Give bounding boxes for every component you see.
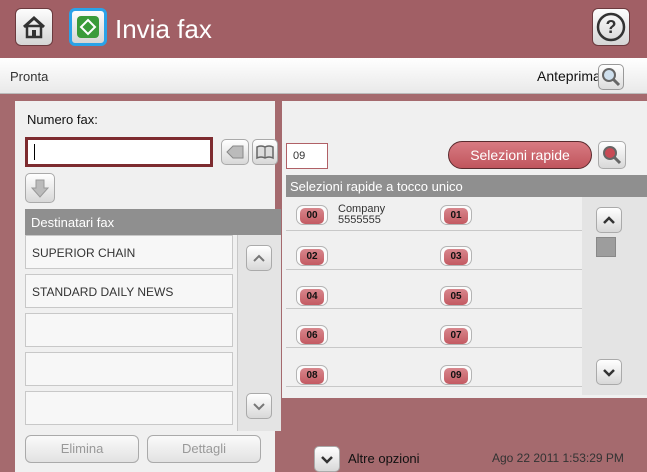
recipients-header: Destinatari fax bbox=[25, 209, 281, 235]
address-book-button[interactable] bbox=[252, 139, 278, 165]
arrow-down-icon bbox=[30, 179, 50, 198]
start-button[interactable] bbox=[69, 8, 107, 46]
speed-dial-05-button[interactable]: 05 bbox=[440, 286, 472, 306]
status-bar: Pronta Anteprima bbox=[0, 58, 647, 94]
datetime-display: Ago 22 2011 1:53:29 PM bbox=[492, 451, 624, 465]
speed-dial-code: 04 bbox=[300, 289, 324, 305]
help-icon: ? bbox=[596, 12, 626, 42]
recipient-item[interactable]: SUPERIOR CHAIN bbox=[25, 235, 233, 269]
text-cursor bbox=[34, 144, 35, 161]
speed-dial-04-button[interactable]: 04 bbox=[296, 286, 328, 306]
speed-dial-panel: 09 Selezioni rapide Selezioni rapide a t… bbox=[282, 101, 647, 398]
speed-dial-code: 06 bbox=[300, 328, 324, 344]
backspace-button[interactable] bbox=[221, 139, 249, 165]
recipients-scroll-up-button[interactable] bbox=[246, 245, 272, 271]
speed-dial-scroll-down-button[interactable] bbox=[596, 359, 622, 385]
preview-label: Anteprima bbox=[537, 68, 601, 84]
speed-dial-row bbox=[286, 314, 582, 348]
speed-dial-code: 05 bbox=[444, 289, 468, 305]
recipient-item[interactable] bbox=[25, 391, 233, 425]
speed-dial-00-button[interactable]: 00 bbox=[296, 205, 328, 225]
speed-dial-09-button[interactable]: 09 bbox=[440, 365, 472, 385]
more-options-button[interactable] bbox=[314, 446, 340, 472]
speed-dial-code: 07 bbox=[444, 328, 468, 344]
preview-button[interactable] bbox=[598, 64, 624, 90]
svg-text:?: ? bbox=[606, 17, 617, 37]
speed-dial-code: 08 bbox=[300, 368, 324, 384]
title-bar: Invia fax ? bbox=[0, 0, 647, 58]
speed-dial-02-button[interactable]: 02 bbox=[296, 246, 328, 266]
speed-dial-row bbox=[286, 275, 582, 309]
magnifier-icon bbox=[603, 146, 622, 165]
speed-dial-row bbox=[286, 353, 582, 387]
chevron-up-icon bbox=[253, 254, 265, 262]
speed-dial-code: 02 bbox=[300, 249, 324, 265]
help-button[interactable]: ? bbox=[592, 8, 630, 46]
speed-dial-scrollbar[interactable] bbox=[582, 197, 647, 395]
speed-dial-06-button[interactable]: 06 bbox=[296, 325, 328, 345]
delete-button[interactable]: Elimina bbox=[25, 435, 139, 463]
start-icon bbox=[77, 16, 99, 38]
address-book-icon bbox=[256, 145, 274, 160]
speed-dial-08-button[interactable]: 08 bbox=[296, 365, 328, 385]
backspace-icon bbox=[226, 145, 244, 159]
status-text: Pronta bbox=[10, 69, 49, 84]
speed-dial-code: 01 bbox=[444, 208, 468, 224]
speed-dial-scroll-up-button[interactable] bbox=[596, 207, 622, 233]
page-title: Invia fax bbox=[115, 14, 212, 44]
speed-dial-row bbox=[286, 236, 582, 270]
recipients-scrollbar[interactable] bbox=[237, 235, 281, 431]
details-button[interactable]: Dettagli bbox=[147, 435, 261, 463]
add-recipient-button[interactable] bbox=[25, 173, 55, 203]
speed-dial-row bbox=[286, 197, 582, 231]
fax-number-input[interactable] bbox=[25, 137, 213, 167]
more-options-label[interactable]: Altre opzioni bbox=[348, 451, 420, 466]
chevron-down-icon bbox=[603, 369, 615, 377]
chevron-up-icon bbox=[603, 216, 615, 224]
speed-dial-code: 03 bbox=[444, 249, 468, 265]
speed-dial-code-input[interactable]: 09 bbox=[286, 143, 328, 169]
speed-dial-scroll-thumb[interactable] bbox=[596, 237, 616, 257]
speed-dial-search-button[interactable] bbox=[598, 141, 626, 169]
recipients-scroll-down-button[interactable] bbox=[246, 393, 272, 419]
speed-dial-number: 5555555 bbox=[338, 214, 381, 226]
recipient-item[interactable] bbox=[25, 352, 233, 386]
home-button[interactable] bbox=[15, 8, 53, 46]
speed-dials-button[interactable]: Selezioni rapide bbox=[448, 141, 592, 169]
home-icon bbox=[22, 15, 46, 39]
speed-dials-header: Selezioni rapide a tocco unico bbox=[286, 175, 647, 197]
speed-dial-07-button[interactable]: 07 bbox=[440, 325, 472, 345]
recipient-item[interactable]: STANDARD DAILY NEWS bbox=[25, 274, 233, 308]
speed-dial-03-button[interactable]: 03 bbox=[440, 246, 472, 266]
speed-dial-00-label: Company 5555555 bbox=[338, 204, 385, 226]
chevron-down-icon bbox=[321, 456, 333, 464]
recipient-item[interactable] bbox=[25, 313, 233, 347]
magnifier-icon bbox=[602, 68, 621, 87]
recipients-panel: Numero fax: Destinatari fax SUPERIOR CHA… bbox=[15, 101, 281, 472]
fax-number-label: Numero fax: bbox=[27, 112, 98, 127]
speed-dial-code: 00 bbox=[300, 208, 324, 224]
speed-dial-01-button[interactable]: 01 bbox=[440, 205, 472, 225]
chevron-down-icon bbox=[253, 403, 265, 411]
speed-dial-code: 09 bbox=[444, 368, 468, 384]
